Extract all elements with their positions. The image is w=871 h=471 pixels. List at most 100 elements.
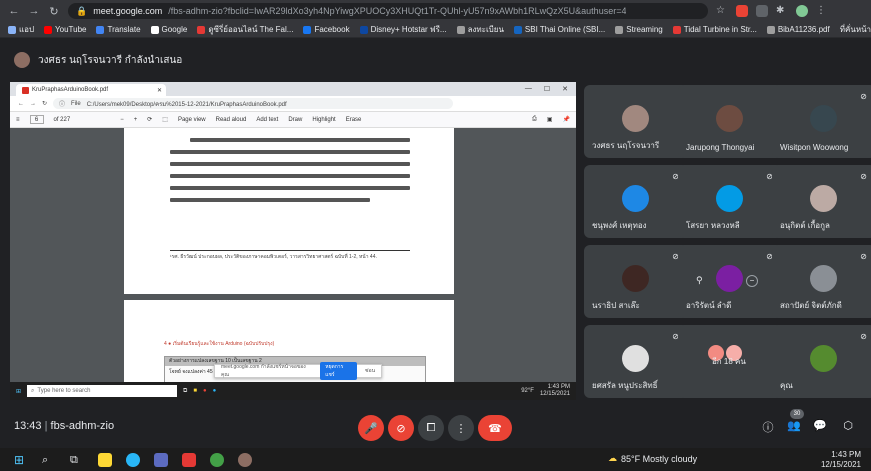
bookmark-sbi[interactable]: SBI Thai Online (SBI... <box>513 25 605 34</box>
stop-sharing-button: หยุดการแชร์ <box>320 362 358 380</box>
bookmark-translate[interactable]: Translate <box>96 25 141 34</box>
participant-name: Jarupong Thongyai <box>686 143 755 152</box>
pin-icon[interactable]: ⚲ <box>696 275 703 286</box>
participant-avatar <box>716 105 743 132</box>
add-text-label: Add text <box>256 116 279 123</box>
participant-tile[interactable]: ⊘ อนุกิตต์ เกื้อกูล <box>772 165 871 238</box>
bookmark-series[interactable]: ดูซีรี่ย์ออนไลน์ The Fal... <box>197 23 293 36</box>
bookmark-youtube[interactable]: YouTube <box>44 25 86 34</box>
shared-pdf-tab: KruPraphasArduinoBook.pdf ✕ <box>16 84 166 96</box>
more-options-button[interactable]: ⋮ <box>448 415 474 441</box>
search-icon[interactable]: ⌕ <box>42 453 56 467</box>
back-icon[interactable]: ← <box>8 5 20 17</box>
chat-icon[interactable]: 💬 <box>812 419 828 435</box>
weather-widget[interactable]: ☁ 85°F Mostly cloudy <box>608 453 697 464</box>
participant-avatar <box>622 185 649 212</box>
participant-tile[interactable]: ⊘ สถาปัตย์ จิตต์ภักดี <box>772 245 871 318</box>
youtube-icon <box>44 25 53 34</box>
chrome-menu-icon[interactable]: ⋮ <box>816 5 828 17</box>
file-explorer-icon[interactable] <box>98 452 112 467</box>
others-tile[interactable]: อีก 18 คน <box>678 325 782 398</box>
pdf-viewer: ¹รศ. ธีรวัฒน์ ประกอบผล, ประวัติของภาษาคอ… <box>10 128 576 400</box>
meeting-code: fbs-adhm-zio <box>50 420 115 432</box>
bookmark-register[interactable]: ลงทะเบียน <box>456 23 504 36</box>
others-count: อีก 18 คน <box>712 357 746 366</box>
participant-tile[interactable]: ⊘ นราธิป สาเล๊ะ <box>584 245 688 318</box>
meeting-info: 13:43 | fbs-adhm-zio <box>14 420 114 432</box>
screen-share-notice: meet.google.com กำลังแชร์หน้าจอของคุณ หย… <box>214 362 382 380</box>
participant-tile[interactable]: ⊘ ยศสรัล หนูประสิทธิ์ <box>584 325 688 398</box>
leave-call-button[interactable]: ☎ <box>478 415 512 441</box>
taskbar-clock[interactable]: 1:43 PM 12/15/2021 <box>821 450 861 470</box>
profile-avatar[interactable] <box>796 5 808 17</box>
participant-tile[interactable]: ⊘ Wisitpon Woowong <box>772 85 871 158</box>
highlight-label: Highlight <box>312 116 336 123</box>
extensions-puzzle-icon[interactable]: ✱ <box>776 5 788 17</box>
present-screen-button[interactable]: ⧠ <box>418 415 444 441</box>
participant-name: วงศธร นฤโรจนวารี <box>592 141 660 150</box>
participant-name: นราธิป สาเล๊ะ <box>592 301 640 310</box>
participant-tile[interactable]: ⊘ ⚲ − อาริรัตน์ ลำดี <box>678 245 782 318</box>
bookmark-pdf[interactable]: BibA11236.pdf <box>766 25 830 34</box>
bookmark-facebook[interactable]: Facebook <box>303 25 350 34</box>
footnote-rule <box>170 250 410 251</box>
address-bar[interactable]: 🔒 meet.google.com/fbs-adhm-zio?fbclid=Iw… <box>68 3 708 19</box>
participant-tile[interactable]: วงศธร นฤโรจนวารี <box>584 85 688 158</box>
participant-name: ชนุพงศ์ เหตุทอง <box>592 221 647 230</box>
forward-icon[interactable]: → <box>28 5 40 17</box>
star-icon[interactable]: ☆ <box>716 5 728 17</box>
windows-start-icon[interactable]: ⊞ <box>14 453 28 467</box>
bookmark-streaming[interactable]: Streaming <box>615 25 663 34</box>
bookmark-tidal[interactable]: Tidal Turbine in Str... <box>672 25 757 34</box>
text-line <box>190 138 410 142</box>
self-tile[interactable]: ⊘ คุณ <box>772 325 871 398</box>
zoom-out-icon: − <box>120 116 124 123</box>
app-red-icon[interactable] <box>182 452 196 467</box>
reload-icon[interactable]: ↻ <box>48 5 60 18</box>
chrome-profile-icon[interactable] <box>238 452 252 467</box>
windows-icon: ⊞ <box>16 388 22 395</box>
inner-temp: 92°F <box>521 388 534 394</box>
participant-name: อาริรัตน์ ลำดี <box>686 301 732 310</box>
end-call-icon: ☎ <box>488 422 502 435</box>
people-icon[interactable]: 👥 <box>786 419 802 435</box>
participant-tile[interactable]: Jarupong Thongyai <box>678 85 782 158</box>
extension-red-icon[interactable] <box>736 5 748 17</box>
file-explorer-icon: ■ <box>193 388 197 394</box>
info-icon[interactable]: ⓘ <box>760 419 776 435</box>
bookmark-google[interactable]: Google <box>150 25 187 34</box>
text-line <box>170 186 410 190</box>
chrome-icon[interactable] <box>210 452 224 467</box>
participant-avatar <box>622 105 649 132</box>
share-notice-text: meet.google.com กำลังแชร์หน้าจอของคุณ <box>221 364 306 378</box>
activities-icon[interactable]: ⬡ <box>840 419 856 435</box>
participant-avatar <box>622 265 649 292</box>
bookmark-disney[interactable]: Disney+ Hotstar ฟรี... <box>359 23 447 36</box>
task-view-icon[interactable]: ⧉ <box>70 453 84 467</box>
edge-icon[interactable] <box>126 452 140 467</box>
url-host: meet.google.com <box>93 6 163 16</box>
participant-tile[interactable]: ⊘ โสรยา หลวงหลี <box>678 165 782 238</box>
youtube-icon <box>672 25 681 34</box>
more-options-icon[interactable]: − <box>746 275 758 287</box>
mic-muted-icon: ⊘ <box>860 252 867 261</box>
participant-name: ยศสรัล หนูประสิทธิ์ <box>592 381 658 390</box>
participant-avatar <box>810 185 837 212</box>
fit-icon: ⬚ <box>162 117 168 123</box>
camera-toggle-button[interactable]: ⊘ <box>388 415 414 441</box>
microphone-toggle-button[interactable]: 🎤 <box>358 415 384 441</box>
store-icon[interactable] <box>154 452 168 467</box>
globe-icon <box>456 25 465 34</box>
bookmark-other[interactable]: ที่คั่นหน้าอื่น <box>840 23 871 36</box>
participant-name: โสรยา หลวงหลี <box>686 221 740 230</box>
meeting-time: 13:43 <box>14 420 42 432</box>
presenter-bar: วงศธร นฤโรจนวารี กำลังนำเสนอ <box>0 46 580 74</box>
extension-grey-icon[interactable] <box>756 5 768 17</box>
participant-tile[interactable]: ⊘ ชนุพงศ์ เหตุทอง <box>584 165 688 238</box>
read-aloud-label: Read aloud <box>215 116 247 123</box>
bookmark-apps[interactable]: แอป <box>8 23 34 36</box>
shared-url-box: ⓘ File C:/Users/mek09/Desktop/ครม%2015-1… <box>53 98 454 109</box>
disney-icon <box>359 25 368 34</box>
inner-clock: 1:43 PM 12/15/2021 <box>539 384 570 397</box>
erase-label: Erase <box>345 116 362 123</box>
